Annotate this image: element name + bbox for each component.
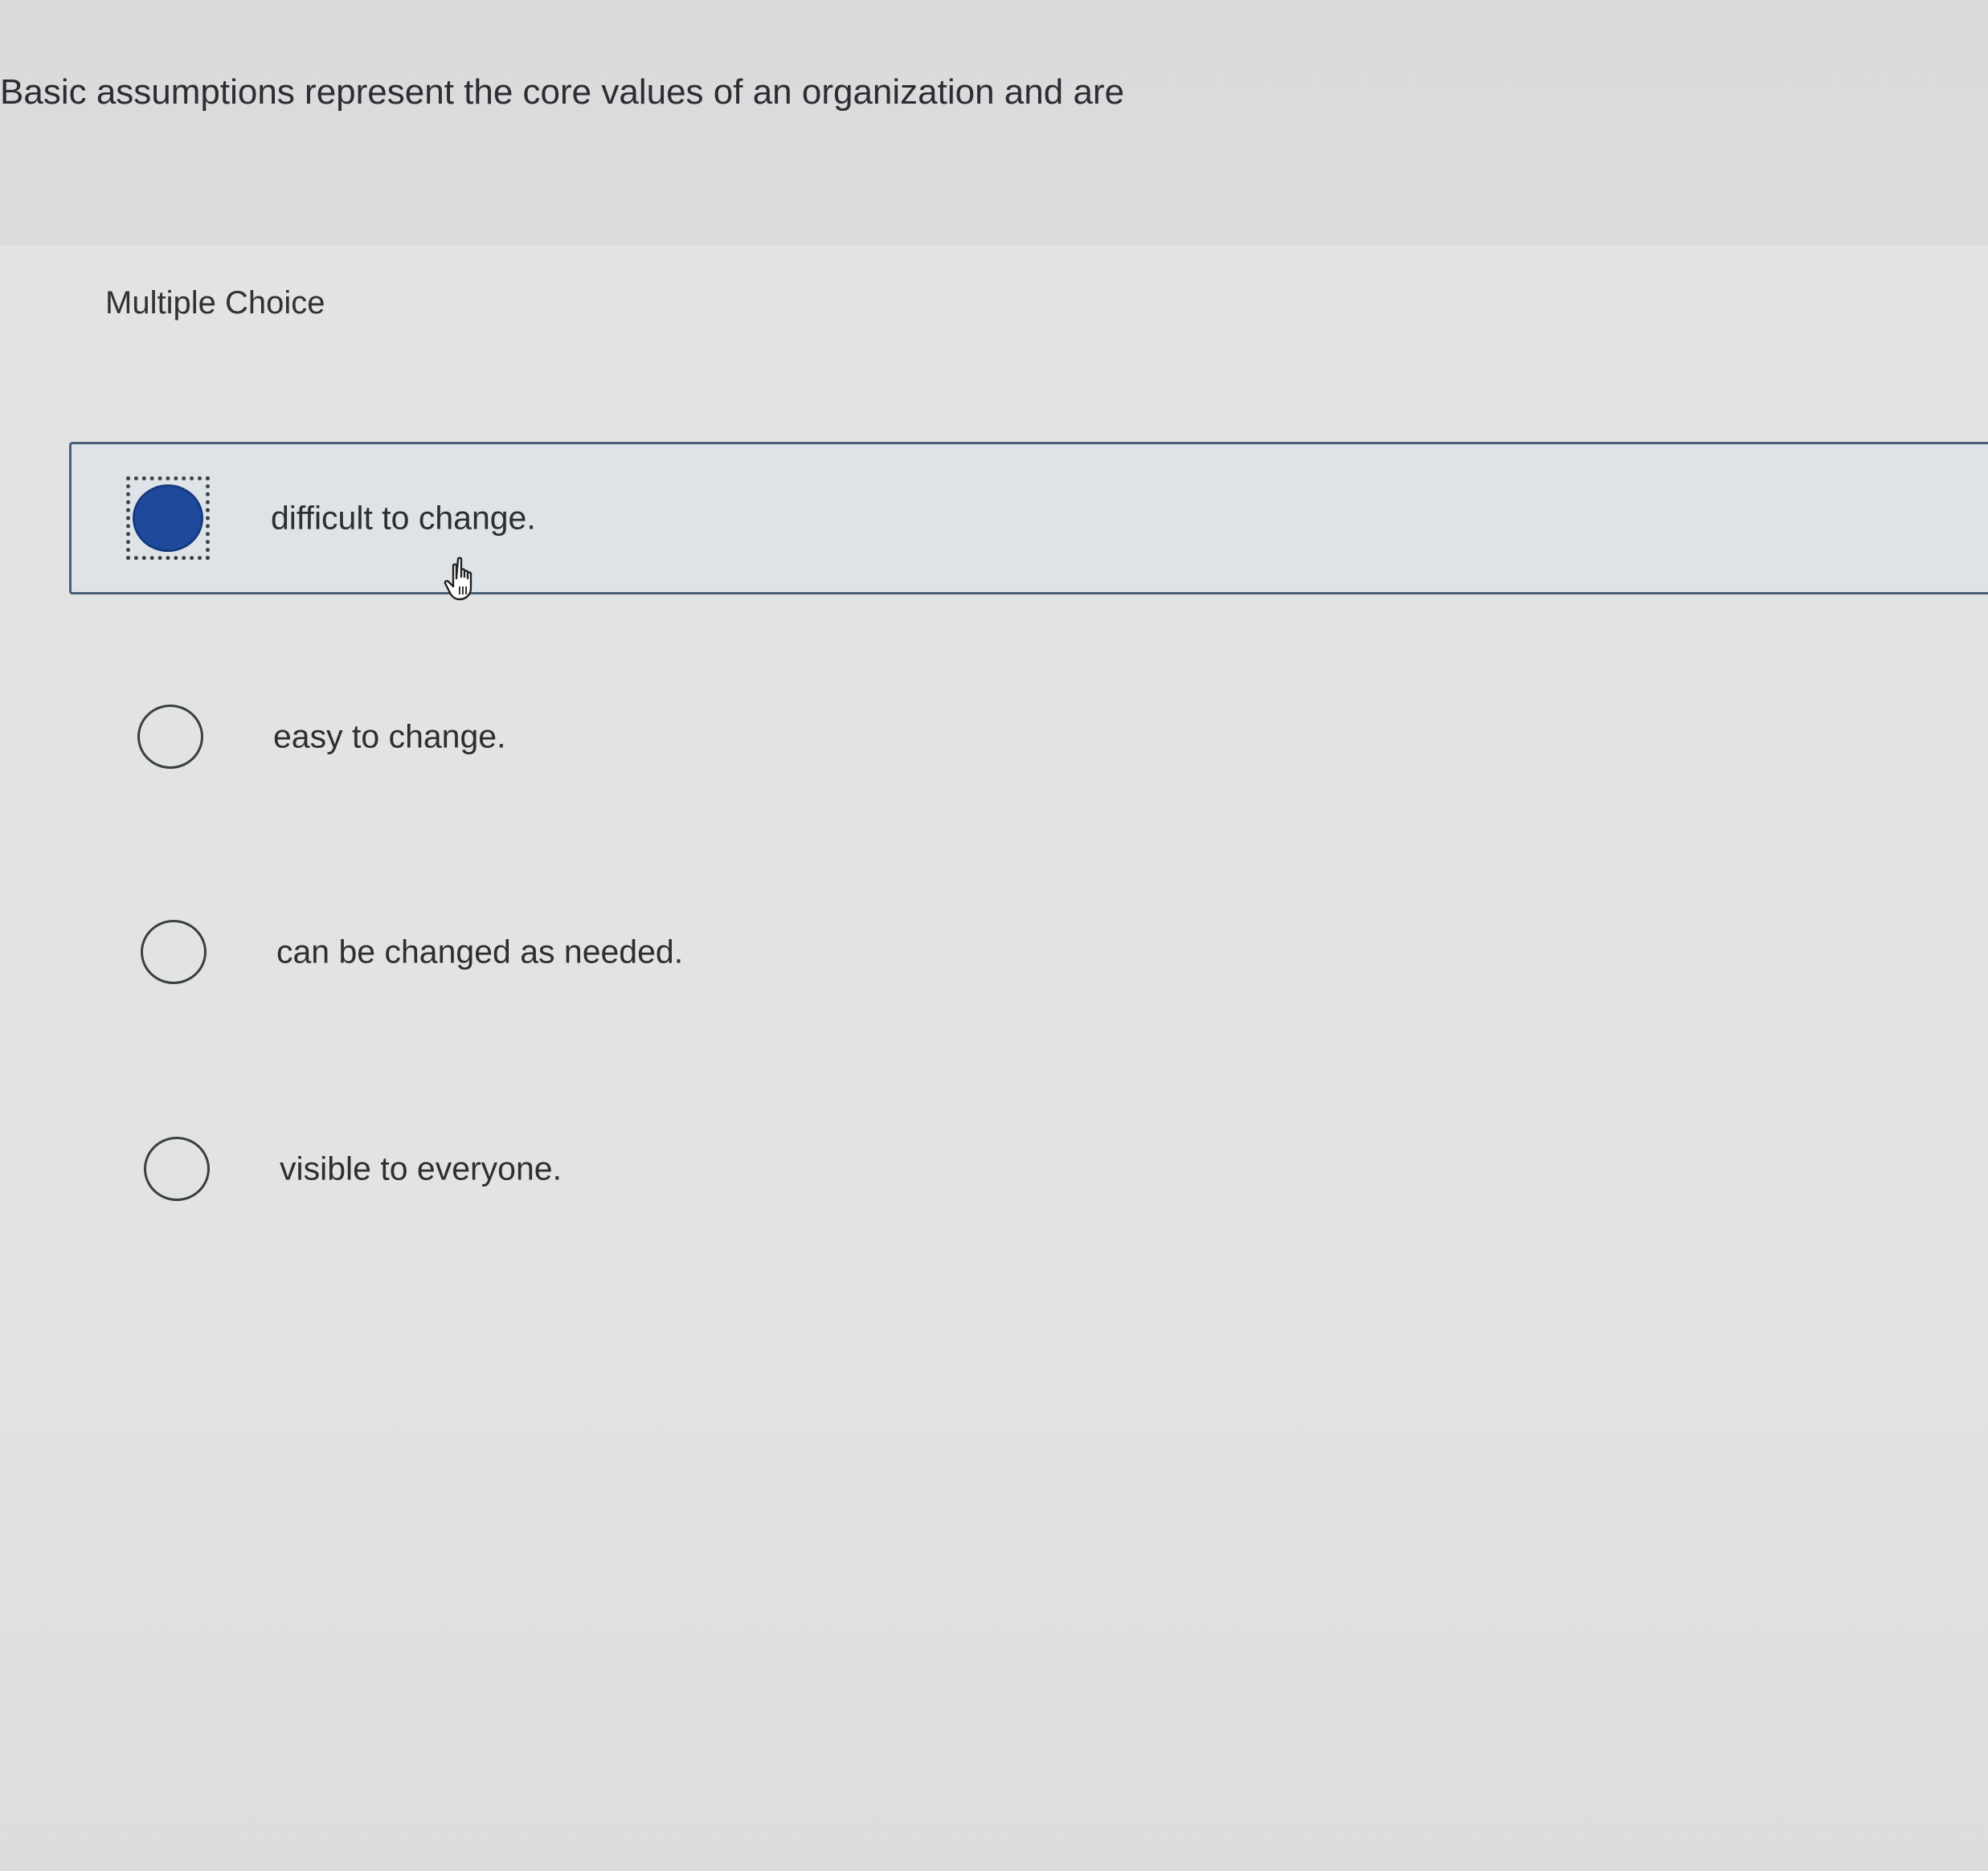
multiple-choice-label: Multiple Choice <box>105 285 325 321</box>
choice-option-3[interactable]: can be changed as needed. <box>77 876 1988 1028</box>
choice-option-2-label: easy to change. <box>273 717 506 755</box>
choice-option-3-label: can be changed as needed. <box>276 933 684 970</box>
radio-wrapper <box>135 1127 219 1211</box>
choice-option-2[interactable]: easy to change. <box>74 660 1988 813</box>
radio-focus-ring <box>126 476 210 560</box>
radio-wrapper <box>132 910 215 994</box>
radio-button[interactable] <box>137 705 203 769</box>
radio-button[interactable] <box>141 920 207 984</box>
choice-option-1[interactable]: difficult to change. <box>69 442 1988 594</box>
radio-wrapper <box>129 695 212 778</box>
choice-option-4[interactable]: visible to everyone. <box>80 1093 1988 1245</box>
choice-option-4-label: visible to everyone. <box>280 1150 562 1187</box>
radio-button-selected[interactable] <box>133 484 203 552</box>
choice-option-1-label: difficult to change. <box>271 499 536 537</box>
question-text: Basic assumptions represent the core val… <box>0 72 1125 112</box>
radio-button[interactable] <box>144 1137 210 1201</box>
hand-pointer-icon <box>444 557 472 601</box>
